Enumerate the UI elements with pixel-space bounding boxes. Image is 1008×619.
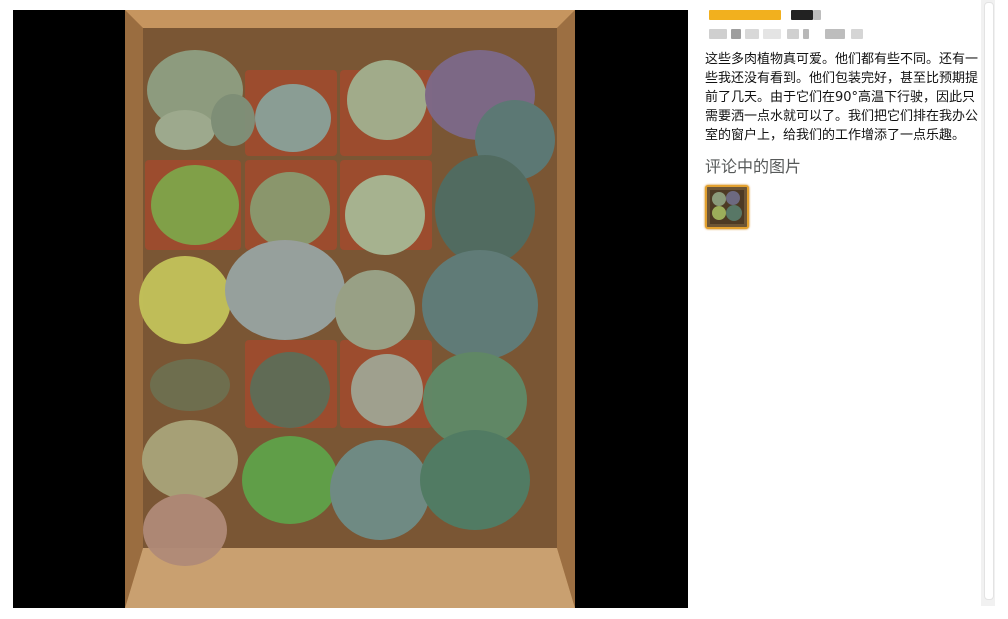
image-viewer (13, 10, 688, 608)
review-images-heading: 评论中的图片 (705, 157, 802, 176)
review-meta-blurred (705, 28, 981, 40)
meta-blur-8 (851, 29, 863, 39)
reviewer-name-blurred (791, 10, 813, 20)
rating-stars-blurred (709, 10, 781, 20)
reviewer-row (705, 8, 981, 22)
scrollbar-thumb[interactable] (984, 2, 994, 600)
meta-blur-6 (803, 29, 809, 39)
meta-blur-5 (787, 29, 799, 39)
succulents-photo-graphic (125, 10, 575, 608)
meta-blur-2 (731, 29, 741, 39)
meta-blur-7 (825, 29, 845, 39)
review-image-thumbnail[interactable] (705, 185, 749, 229)
meta-blur-3 (745, 29, 759, 39)
review-text: 这些多肉植物真可爱。他们都有些不同。还有一些我还没有看到。他们包装完好，甚至比预… (705, 52, 979, 143)
reviewer-name-blurred-2 (813, 10, 821, 20)
thumbnail-graphic (707, 187, 747, 227)
meta-blur-4 (763, 29, 781, 39)
review-panel: 这些多肉植物真可爱。他们都有些不同。还有一些我还没有看到。他们包装完好，甚至比预… (705, 8, 981, 608)
review-photo[interactable] (125, 10, 575, 608)
meta-blur-1 (709, 29, 727, 39)
vertical-scrollbar[interactable] (981, 0, 995, 606)
